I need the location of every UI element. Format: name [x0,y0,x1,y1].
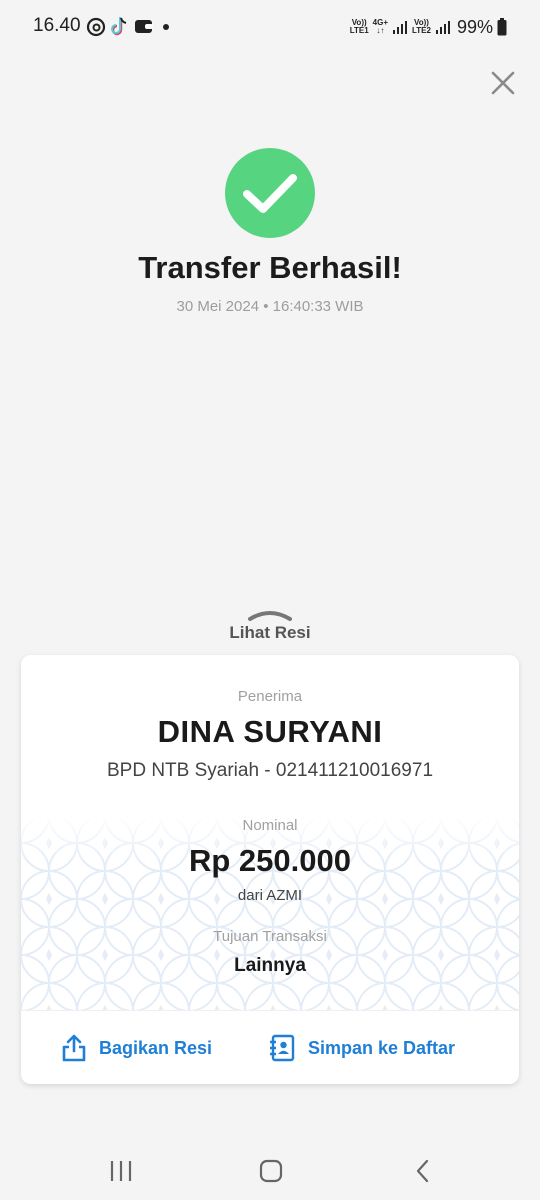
transfer-amount: Rp 250.000 [189,843,351,878]
checkmark-icon [243,174,297,213]
status-time: 16.40 [33,15,81,36]
close-icon[interactable] [488,68,518,98]
back-icon[interactable] [408,1158,438,1184]
status-bar: 16.40 Vo)) LTE1 4G+ ↓↑ Vo)) LTE2 99% [0,0,540,54]
receipt-actions: Bagikan Resi Simpan ke Daftar [21,1010,519,1084]
signal-icon [435,21,450,34]
recent-apps-icon[interactable] [106,1158,136,1184]
threads-icon [86,17,106,37]
amount-label: Nominal [242,817,298,834]
sim1-bottom: LTE1 [349,26,369,35]
share-icon [62,1034,86,1062]
wallet-icon [135,20,153,33]
chevron-up-icon [248,611,292,621]
share-receipt-button[interactable]: Bagikan Resi [61,1031,212,1065]
network-bottom: ↓↑ [376,26,385,35]
bank-account: BPD NTB Syariah - 021411210016971 [106,760,434,781]
app-screen: 16.40 Vo)) LTE1 4G+ ↓↑ Vo)) LTE2 99% Tra… [0,0,540,1200]
purpose-label: Tujuan Transaksi [213,928,327,945]
recipient-name: DINA SURYANI [157,714,383,749]
receipt-card: Penerima DINA SURYANI BPD NTB Syariah - … [21,655,519,1084]
dot-icon [163,24,169,30]
view-receipt-label: Lihat Resi [229,623,311,642]
sim2-bottom: LTE2 [412,26,431,35]
save-to-list-label: Simpan ke Daftar [308,1037,456,1058]
view-receipt-toggle[interactable]: Lihat Resi [200,604,340,646]
share-receipt-label: Bagikan Resi [99,1037,213,1058]
sender-name: dari AZMI [237,887,303,904]
battery-icon [497,18,507,36]
sim1-label: Vo)) LTE1 [350,19,369,35]
battery-percent: 99% [456,16,493,37]
success-title: Transfer Berhasil! [138,250,402,285]
sim2-label: Vo)) LTE2 [412,19,431,35]
status-right-group: Vo)) LTE1 4G+ ↓↑ Vo)) LTE2 99% [350,14,507,40]
signal-icon [393,21,407,34]
system-nav-bar [0,1140,540,1200]
transaction-datetime: 30 Mei 2024 • 16:40:33 WIB [176,298,364,315]
success-badge [225,148,315,238]
save-to-list-button[interactable]: Simpan ke Daftar [268,1031,455,1065]
contact-book-icon [270,1034,295,1062]
home-icon[interactable] [256,1158,286,1184]
tiktok-icon [111,17,127,36]
network-label: 4G+ ↓↑ [373,19,388,35]
transaction-purpose: Lainnya [234,955,306,976]
recipient-label: Penerima [237,688,303,705]
